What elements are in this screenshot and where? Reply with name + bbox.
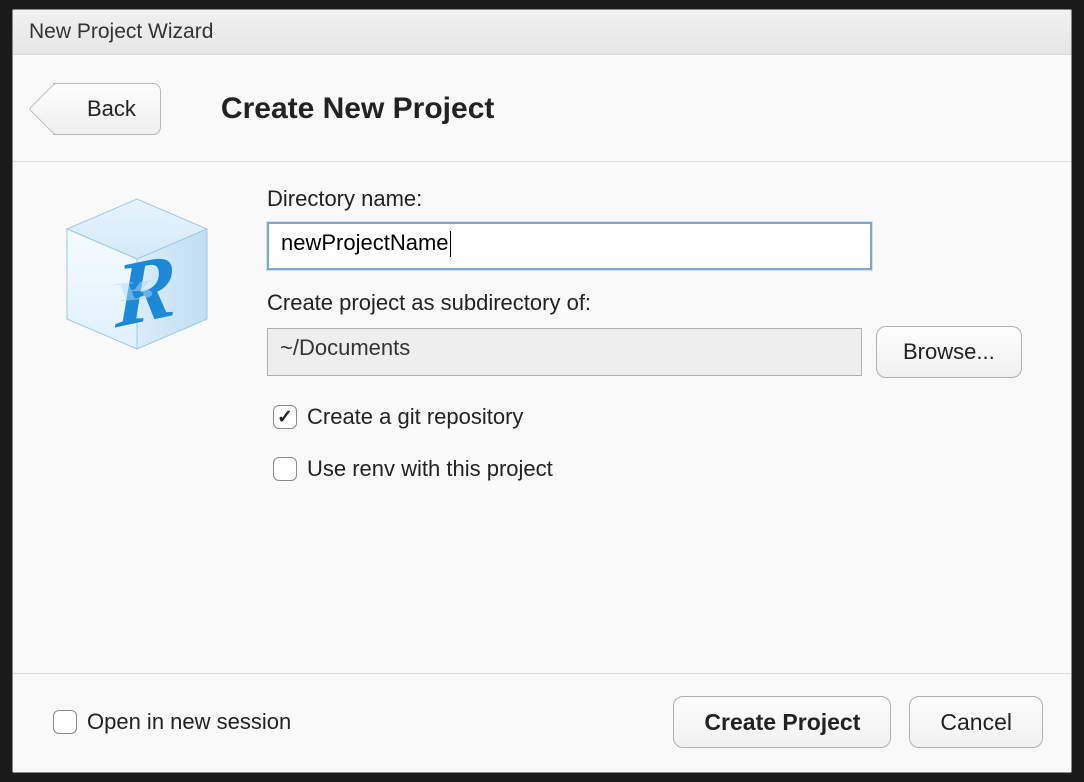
git-checkbox[interactable]: [273, 405, 297, 429]
svg-text:R: R: [114, 274, 155, 308]
renv-checkbox-row: Use renv with this project: [273, 456, 1041, 482]
open-session-row: Open in new session: [53, 709, 291, 735]
text-cursor: [450, 231, 451, 257]
titlebar: New Project Wizard: [13, 10, 1071, 55]
form-column: Directory name: newProjectName Create pr…: [267, 184, 1041, 653]
subdirectory-value: ~/Documents: [280, 335, 410, 360]
back-button[interactable]: Back: [53, 83, 161, 135]
open-session-label[interactable]: Open in new session: [87, 709, 291, 735]
cancel-label: Cancel: [940, 709, 1012, 735]
header-row: Back Create New Project: [13, 55, 1071, 162]
content-area: R R Directory name: newProjectName Creat…: [13, 162, 1071, 673]
open-session-checkbox[interactable]: [53, 710, 77, 734]
git-checkbox-row: Create a git repository: [273, 404, 1041, 430]
directory-name-input[interactable]: newProjectName: [267, 222, 872, 270]
r-project-icon: R R: [47, 184, 227, 374]
browse-button[interactable]: Browse...: [876, 326, 1022, 378]
browse-button-label: Browse...: [903, 339, 995, 364]
renv-checkbox-label[interactable]: Use renv with this project: [307, 456, 553, 482]
renv-checkbox[interactable]: [273, 457, 297, 481]
new-project-dialog: New Project Wizard Back Create New Proje…: [12, 9, 1072, 773]
create-project-button[interactable]: Create Project: [673, 696, 891, 748]
dialog-footer: Open in new session Create Project Cance…: [13, 673, 1071, 772]
icon-column: R R: [47, 184, 267, 653]
git-checkbox-label[interactable]: Create a git repository: [307, 404, 523, 430]
create-project-label: Create Project: [704, 709, 860, 735]
subdirectory-input[interactable]: ~/Documents: [267, 328, 862, 376]
back-button-label: Back: [87, 96, 136, 122]
footer-buttons: Create Project Cancel: [673, 696, 1043, 748]
cancel-button[interactable]: Cancel: [909, 696, 1043, 748]
directory-name-label: Directory name:: [267, 186, 1041, 212]
window-title: New Project Wizard: [29, 20, 213, 43]
directory-name-value: newProjectName: [281, 230, 449, 255]
subdirectory-label: Create project as subdirectory of:: [267, 290, 1041, 316]
page-title: Create New Project: [221, 92, 494, 126]
subdirectory-row: ~/Documents Browse...: [267, 326, 1041, 378]
